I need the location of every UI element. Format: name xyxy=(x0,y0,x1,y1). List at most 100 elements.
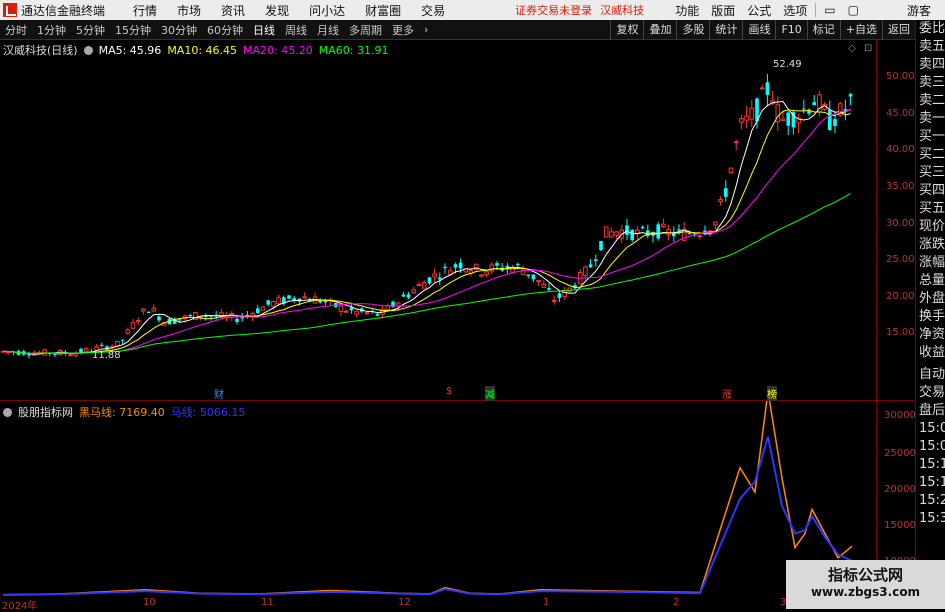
period-30min[interactable]: 30分钟 xyxy=(156,22,202,38)
indicator-menu-icon[interactable] xyxy=(3,407,12,417)
candle-body xyxy=(27,354,31,356)
candle-body xyxy=(551,299,557,302)
candle-body xyxy=(786,112,790,126)
candle-body xyxy=(188,315,192,317)
period-weekly[interactable]: 周线 xyxy=(280,22,312,38)
candle-body xyxy=(245,314,250,316)
side-panel-label: 收益 xyxy=(919,345,945,360)
ma20-value: MA20: 45.20 xyxy=(243,43,313,57)
tool-add-watchlist[interactable]: +自选 xyxy=(839,20,882,39)
candle-body xyxy=(406,294,411,298)
candle-body xyxy=(531,274,536,280)
candle-body xyxy=(266,300,270,305)
price-tick: 35.00 xyxy=(886,181,915,192)
side-panel-label: 15:3 xyxy=(919,511,945,526)
more-dropdown-icon[interactable]: › xyxy=(419,23,433,36)
side-panel-label: 买四 xyxy=(919,183,945,198)
price-tick: 25.00 xyxy=(886,254,915,265)
side-panel-label: 买三 xyxy=(919,165,945,180)
menu-gongneng[interactable]: 功能 xyxy=(669,2,705,19)
candle-body xyxy=(287,295,291,299)
tool-fuquan[interactable]: 复权 xyxy=(610,20,643,39)
event-marker[interactable]: 财 xyxy=(214,386,224,401)
divider xyxy=(815,3,817,17)
candle-body xyxy=(583,266,588,276)
watermark-title: 指标公式网 xyxy=(827,566,903,584)
event-marker[interactable]: 涨 xyxy=(722,386,732,401)
candle-body xyxy=(432,273,437,278)
period-60min[interactable]: 60分钟 xyxy=(202,22,248,38)
event-marker[interactable]: $ xyxy=(446,386,452,397)
candle-body xyxy=(276,297,281,305)
period-15min[interactable]: 15分钟 xyxy=(110,22,156,38)
period-5min[interactable]: 5分钟 xyxy=(71,22,110,38)
side-panel-label: 卖五 xyxy=(919,39,945,54)
menu-shichang[interactable]: 市场 xyxy=(167,2,211,19)
period-more[interactable]: 更多 xyxy=(387,22,419,38)
side-panel-label: 涨跌 xyxy=(919,237,945,252)
event-marker[interactable]: 榜 xyxy=(767,386,777,401)
candlestick-chart[interactable] xyxy=(0,40,915,400)
login-status[interactable]: 证券交易未登录 xyxy=(515,2,592,18)
candle-body xyxy=(438,277,442,280)
side-panel-label: 委比 xyxy=(919,21,945,36)
candle-body xyxy=(256,308,260,314)
period-fenshi[interactable]: 分时 xyxy=(0,22,32,38)
tool-huaxian[interactable]: 画线 xyxy=(742,20,775,39)
menu-wenxiaoda[interactable]: 问小达 xyxy=(299,2,355,19)
candle-body xyxy=(302,296,307,299)
period-monthly[interactable]: 月线 xyxy=(312,22,344,38)
menu-hangqing[interactable]: 行情 xyxy=(123,2,167,19)
candle-body xyxy=(489,264,495,272)
restore-icon[interactable]: ▢ xyxy=(842,3,865,17)
menu-faxian[interactable]: 发现 xyxy=(255,2,299,19)
candle-body xyxy=(640,227,645,229)
tool-duogu[interactable]: 多股 xyxy=(676,20,709,39)
stock-title: 汉威科技(日线) xyxy=(3,44,78,57)
candle-body xyxy=(443,266,447,268)
menu-caifuquan[interactable]: 财富圈 xyxy=(355,2,411,19)
tool-back[interactable]: 返回 xyxy=(882,20,915,39)
candle-body xyxy=(458,262,463,269)
candle-body xyxy=(614,231,619,236)
tool-tongji[interactable]: 统计 xyxy=(709,20,742,39)
side-panel-label: 15:05 xyxy=(919,439,945,454)
ma10-line xyxy=(2,109,851,354)
side-panel-label: 盘后 xyxy=(919,403,945,418)
candle-body xyxy=(157,316,161,321)
menu-xuanxiang[interactable]: 选项 xyxy=(777,2,813,19)
candle-body xyxy=(385,305,391,311)
indicator-chart[interactable] xyxy=(0,401,915,609)
menu-jiaoyi[interactable]: 交易 xyxy=(411,2,455,19)
ma20-line xyxy=(2,109,851,354)
side-panel-label: 涨幅 xyxy=(919,255,945,270)
candle-body xyxy=(395,302,401,307)
tool-diejia[interactable]: 叠加 xyxy=(643,20,676,39)
candle-body xyxy=(271,301,276,307)
candle-body xyxy=(484,271,489,275)
candle-body xyxy=(421,282,427,289)
side-panel-label: 现价 xyxy=(919,219,945,234)
zoom-icon[interactable]: ⊡ xyxy=(864,43,872,54)
period-multi[interactable]: 多周期 xyxy=(344,22,387,38)
menu-banmian[interactable]: 版面 xyxy=(705,2,741,19)
tool-biaoji[interactable]: 标记 xyxy=(806,20,840,39)
guest-user[interactable]: 游客 xyxy=(901,2,937,19)
side-panel-label: 15:11 xyxy=(919,457,945,472)
candle-body xyxy=(364,312,370,315)
side-panel-label: 卖四 xyxy=(919,57,945,72)
minimize-icon[interactable]: ▭ xyxy=(818,3,841,17)
candle-body xyxy=(354,310,359,315)
x-tick: 1 xyxy=(543,597,550,608)
candle-body xyxy=(68,354,73,357)
tool-f10[interactable]: F10 xyxy=(775,20,806,39)
diamond-icon[interactable]: ◇ xyxy=(848,43,856,54)
period-daily[interactable]: 日线 xyxy=(248,22,280,38)
period-1min[interactable]: 1分钟 xyxy=(32,22,71,38)
indicator-menu-icon[interactable] xyxy=(83,45,93,55)
menu-gongshi[interactable]: 公式 xyxy=(741,2,777,19)
candle-body xyxy=(828,109,832,131)
menu-zixun[interactable]: 资讯 xyxy=(211,2,255,19)
event-marker[interactable]: 减 xyxy=(485,386,495,401)
x-tick: 2 xyxy=(673,597,680,608)
